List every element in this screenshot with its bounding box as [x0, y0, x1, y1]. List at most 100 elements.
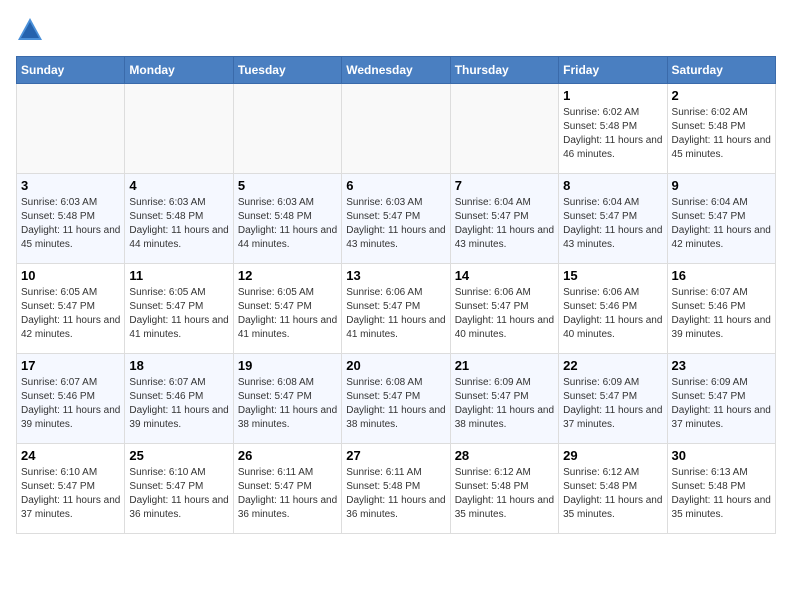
calendar-cell: 25 Sunrise: 6:10 AMSunset: 5:47 PMDayligh… [125, 444, 233, 534]
calendar-cell: 26 Sunrise: 6:11 AMSunset: 5:47 PMDayligh… [233, 444, 341, 534]
day-number: 28 [455, 448, 554, 463]
calendar-cell: 27 Sunrise: 6:11 AMSunset: 5:48 PMDayligh… [342, 444, 450, 534]
calendar-week-row: 1 Sunrise: 6:02 AMSunset: 5:48 PMDaylight… [17, 84, 776, 174]
day-number: 9 [672, 178, 771, 193]
day-info: Sunrise: 6:04 AMSunset: 5:47 PMDaylight:… [455, 196, 554, 252]
day-info: Sunrise: 6:03 AMSunset: 5:48 PMDaylight:… [238, 196, 337, 252]
calendar-cell: 23 Sunrise: 6:09 AMSunset: 5:47 PMDayligh… [667, 354, 775, 444]
day-info: Sunrise: 6:04 AMSunset: 5:47 PMDaylight:… [563, 196, 662, 252]
calendar-cell [450, 84, 558, 174]
calendar-cell: 19 Sunrise: 6:08 AMSunset: 5:47 PMDayligh… [233, 354, 341, 444]
calendar-cell: 15Sunrise: 6:06 AMSunset: 5:46 PMDayligh… [559, 264, 667, 354]
weekday-header-monday: Monday [125, 57, 233, 84]
calendar-cell: 18 Sunrise: 6:07 AMSunset: 5:46 PMDayligh… [125, 354, 233, 444]
day-info: Sunrise: 6:11 AMSunset: 5:47 PMDaylight:… [238, 466, 337, 522]
day-number: 25 [129, 448, 228, 463]
page-header [16, 16, 776, 44]
day-number: 22 [563, 358, 662, 373]
calendar-cell: 17Sunrise: 6:07 AMSunset: 5:46 PMDayligh… [17, 354, 125, 444]
day-info: Sunrise: 6:05 AMSunset: 5:47 PMDaylight:… [238, 286, 337, 342]
calendar-week-row: 3 Sunrise: 6:03 AMSunset: 5:48 PMDaylight… [17, 174, 776, 264]
calendar-header-row: SundayMondayTuesdayWednesdayThursdayFrid… [17, 57, 776, 84]
calendar-cell: 24 Sunrise: 6:10 AMSunset: 5:47 PMDayligh… [17, 444, 125, 534]
day-info: Sunrise: 6:06 AMSunset: 5:47 PMDaylight:… [455, 286, 554, 342]
day-number: 2 [672, 88, 771, 103]
calendar-cell: 2 Sunrise: 6:02 AMSunset: 5:48 PMDaylight… [667, 84, 775, 174]
day-info: Sunrise: 6:03 AMSunset: 5:48 PMDaylight:… [21, 196, 120, 252]
calendar-cell [342, 84, 450, 174]
day-number: 4 [129, 178, 228, 193]
day-number: 29 [563, 448, 662, 463]
day-number: 19 [238, 358, 337, 373]
calendar-cell: 21 Sunrise: 6:09 AMSunset: 5:47 PMDayligh… [450, 354, 558, 444]
calendar-cell: 3 Sunrise: 6:03 AMSunset: 5:48 PMDaylight… [17, 174, 125, 264]
calendar-cell: 10Sunrise: 6:05 AMSunset: 5:47 PMDayligh… [17, 264, 125, 354]
calendar-table: SundayMondayTuesdayWednesdayThursdayFrid… [16, 56, 776, 534]
weekday-header-thursday: Thursday [450, 57, 558, 84]
day-info: Sunrise: 6:08 AMSunset: 5:47 PMDaylight:… [238, 376, 337, 432]
day-number: 18 [129, 358, 228, 373]
day-info: Sunrise: 6:07 AMSunset: 5:46 PMDaylight:… [129, 376, 228, 432]
calendar-cell: 29Sunrise: 6:12 AMSunset: 5:48 PMDayligh… [559, 444, 667, 534]
day-number: 26 [238, 448, 337, 463]
day-number: 6 [346, 178, 445, 193]
weekday-header-saturday: Saturday [667, 57, 775, 84]
calendar-cell: 20 Sunrise: 6:08 AMSunset: 5:47 PMDayligh… [342, 354, 450, 444]
day-info: Sunrise: 6:09 AMSunset: 5:47 PMDaylight:… [563, 376, 662, 432]
calendar-cell: 7 Sunrise: 6:04 AMSunset: 5:47 PMDaylight… [450, 174, 558, 264]
day-info: Sunrise: 6:05 AMSunset: 5:47 PMDaylight:… [21, 286, 120, 342]
day-info: Sunrise: 6:10 AMSunset: 5:47 PMDaylight:… [21, 466, 120, 522]
day-number: 5 [238, 178, 337, 193]
day-number: 17 [21, 358, 120, 373]
calendar-cell: 12 Sunrise: 6:05 AMSunset: 5:47 PMDayligh… [233, 264, 341, 354]
day-info: Sunrise: 6:09 AMSunset: 5:47 PMDaylight:… [672, 376, 771, 432]
day-number: 23 [672, 358, 771, 373]
day-number: 14 [455, 268, 554, 283]
day-info: Sunrise: 6:08 AMSunset: 5:47 PMDaylight:… [346, 376, 445, 432]
day-number: 1 [563, 88, 662, 103]
day-number: 13 [346, 268, 445, 283]
calendar-cell [17, 84, 125, 174]
calendar-cell: 1 Sunrise: 6:02 AMSunset: 5:48 PMDaylight… [559, 84, 667, 174]
calendar-week-row: 24 Sunrise: 6:10 AMSunset: 5:47 PMDayligh… [17, 444, 776, 534]
day-number: 27 [346, 448, 445, 463]
calendar-cell [125, 84, 233, 174]
day-info: Sunrise: 6:02 AMSunset: 5:48 PMDaylight:… [563, 106, 662, 162]
calendar-cell: 22 Sunrise: 6:09 AMSunset: 5:47 PMDayligh… [559, 354, 667, 444]
day-number: 20 [346, 358, 445, 373]
calendar-week-row: 10Sunrise: 6:05 AMSunset: 5:47 PMDayligh… [17, 264, 776, 354]
calendar-cell: 5 Sunrise: 6:03 AMSunset: 5:48 PMDaylight… [233, 174, 341, 264]
calendar-cell: 6 Sunrise: 6:03 AMSunset: 5:47 PMDaylight… [342, 174, 450, 264]
day-info: Sunrise: 6:02 AMSunset: 5:48 PMDaylight:… [672, 106, 771, 162]
calendar-cell: 9 Sunrise: 6:04 AMSunset: 5:47 PMDaylight… [667, 174, 775, 264]
calendar-week-row: 17 Sunrise: 6:07 AMSunset: 5:46 PMDayligh… [17, 354, 776, 444]
day-info: Sunrise: 6:13 AMSunset: 5:48 PMDaylight:… [672, 466, 771, 522]
calendar-cell [233, 84, 341, 174]
day-number: 24 [21, 448, 120, 463]
day-info: Sunrise: 6:05 AMSunset: 5:47 PMDaylight:… [129, 286, 228, 342]
day-info: Sunrise: 6:04 AMSunset: 5:47 PMDaylight:… [672, 196, 771, 252]
day-number: 7 [455, 178, 554, 193]
day-info: Sunrise: 6:09 AMSunset: 5:47 PMDaylight:… [455, 376, 554, 432]
calendar-cell: 16Sunrise: 6:07 AMSunset: 5:46 PMDayligh… [667, 264, 775, 354]
day-info: Sunrise: 6:11 AMSunset: 5:48 PMDaylight:… [346, 466, 445, 522]
day-info: Sunrise: 6:06 AMSunset: 5:47 PMDaylight:… [346, 286, 445, 342]
day-info: Sunrise: 6:07 AMSunset: 5:46 PMDaylight:… [672, 286, 771, 342]
calendar-cell: 28 Sunrise: 6:12 AMSunset: 5:48 PMDayligh… [450, 444, 558, 534]
day-number: 12 [238, 268, 337, 283]
logo [16, 16, 48, 44]
day-number: 3 [21, 178, 120, 193]
calendar-cell: 13 Sunrise: 6:06 AMSunset: 5:47 PMDayligh… [342, 264, 450, 354]
day-info: Sunrise: 6:12 AMSunset: 5:48 PMDaylight:… [455, 466, 554, 522]
day-number: 21 [455, 358, 554, 373]
weekday-header-wednesday: Wednesday [342, 57, 450, 84]
day-info: Sunrise: 6:10 AMSunset: 5:47 PMDaylight:… [129, 466, 228, 522]
day-info: Sunrise: 6:03 AMSunset: 5:47 PMDaylight:… [346, 196, 445, 252]
calendar-cell: 4 Sunrise: 6:03 AMSunset: 5:48 PMDaylight… [125, 174, 233, 264]
calendar-cell: 8 Sunrise: 6:04 AMSunset: 5:47 PMDaylight… [559, 174, 667, 264]
day-info: Sunrise: 6:03 AMSunset: 5:48 PMDaylight:… [129, 196, 228, 252]
calendar-cell: 11Sunrise: 6:05 AMSunset: 5:47 PMDayligh… [125, 264, 233, 354]
day-info: Sunrise: 6:06 AMSunset: 5:46 PMDaylight:… [563, 286, 662, 342]
logo-icon [16, 16, 44, 44]
day-number: 8 [563, 178, 662, 193]
